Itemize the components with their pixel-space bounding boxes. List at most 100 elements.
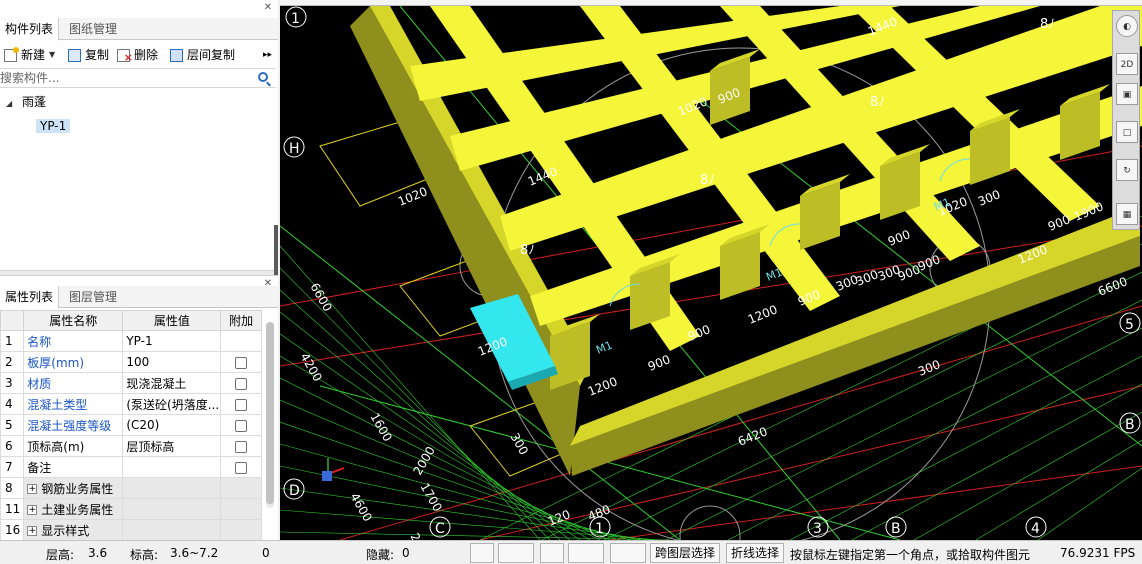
- elevation-value: 3.6~7.2: [170, 546, 219, 560]
- extra-cell: [220, 435, 262, 457]
- component-toolbar: 新建 ▼ 复制 删除 层间复制 ▸▸: [0, 44, 278, 67]
- row-number: 5: [0, 414, 25, 436]
- property-name: 名称: [23, 330, 124, 352]
- row-number: 2: [0, 351, 25, 373]
- table-row[interactable]: 7 备注: [0, 456, 262, 478]
- layout-grid-icon[interactable]: ▦: [1116, 203, 1138, 225]
- chevron-down-icon[interactable]: ▼: [49, 46, 55, 64]
- property-value[interactable]: [122, 498, 222, 520]
- rotate-icon[interactable]: ↻: [1116, 159, 1138, 181]
- tree-item-label: YP-1: [36, 119, 71, 133]
- cross-snap-icon[interactable]: [540, 543, 564, 563]
- search-icon[interactable]: [258, 72, 268, 82]
- checkbox[interactable]: [235, 461, 248, 474]
- axis-label: 4: [1031, 521, 1040, 537]
- table-row[interactable]: 3 材质 现浇混凝土: [0, 372, 262, 394]
- checkbox[interactable]: [235, 419, 248, 432]
- row-number: 1: [0, 330, 25, 352]
- fps-readout: 76.9231 FPS: [1060, 546, 1136, 560]
- table-row[interactable]: 2 板厚(mm) 100: [0, 351, 262, 373]
- expand-icon[interactable]: +: [27, 505, 38, 515]
- table-header-row: 属性名称 属性值 附加: [0, 310, 262, 331]
- model-canvas[interactable]: 1HDC 1 3 B 45B14401020 900102014401020900900 1…: [280, 6, 1142, 540]
- offset-toggle-icon[interactable]: [610, 543, 646, 563]
- search-input[interactable]: [0, 69, 250, 87]
- expand-icon[interactable]: +: [27, 526, 38, 536]
- tree-item-label: 雨蓬: [21, 95, 46, 109]
- gizmo-origin: [322, 471, 332, 481]
- tree-item-canopy[interactable]: ◢ 雨蓬: [6, 92, 46, 112]
- angle-toggle-icon[interactable]: [568, 543, 604, 563]
- ortho-toggle-icon[interactable]: [470, 543, 494, 563]
- checkbox[interactable]: [235, 398, 248, 411]
- view-box-icon[interactable]: □: [1116, 121, 1138, 143]
- property-value[interactable]: (C20): [122, 414, 222, 436]
- floor-height-value: 3.6: [88, 546, 108, 560]
- axis-label: 3: [813, 521, 822, 537]
- checkbox[interactable]: [235, 356, 248, 369]
- property-value[interactable]: [122, 456, 222, 478]
- scrollbar-thumb[interactable]: [266, 322, 274, 504]
- property-value[interactable]: YP-1: [122, 330, 222, 352]
- extra-cell: [220, 498, 262, 520]
- axis-label: 5: [1125, 317, 1134, 333]
- property-name: 备注: [23, 456, 124, 478]
- property-group-label: 显示样式: [41, 523, 90, 538]
- elevation-label: 标高:: [130, 548, 159, 562]
- tab-layer-management[interactable]: 图层管理: [64, 286, 122, 308]
- floor-copy-button[interactable]: 层间复制: [170, 46, 235, 64]
- copy-button[interactable]: 复制: [68, 46, 109, 64]
- tab-property-list[interactable]: 属性列表: [0, 286, 60, 309]
- row-number: 11: [0, 498, 25, 520]
- view-2d-button[interactable]: 2D: [1116, 53, 1138, 75]
- splitter-gripper[interactable]: [274, 225, 278, 275]
- toolbar-overflow-button[interactable]: ▸▸: [263, 46, 272, 64]
- table-row[interactable]: 16 + 显示样式: [0, 519, 262, 541]
- axis-label: D: [289, 483, 300, 499]
- property-name: 顶标高(m): [23, 435, 124, 457]
- extra-cell: [220, 414, 262, 436]
- property-scrollbar[interactable]: [266, 322, 274, 508]
- row-number: 16: [0, 519, 25, 541]
- table-row[interactable]: 11 + 土建业务属性: [0, 498, 262, 520]
- axis-label: B: [1125, 417, 1135, 433]
- property-value[interactable]: [122, 519, 222, 541]
- table-row[interactable]: 8 + 钢筋业务属性: [0, 477, 262, 499]
- property-name: + 显示样式: [23, 519, 124, 541]
- table-row[interactable]: 4 混凝土类型 (泵送砼(坍落度...: [0, 393, 262, 415]
- new-button[interactable]: 新建 ▼: [4, 46, 55, 64]
- orbit-icon[interactable]: ◐: [1116, 15, 1138, 37]
- property-value[interactable]: (泵送砼(坍落度...: [122, 393, 222, 415]
- extra-cell: [220, 477, 262, 499]
- property-value[interactable]: 100: [122, 351, 222, 373]
- hidden-value: 0: [402, 546, 410, 560]
- table-row[interactable]: 1 名称 YP-1: [0, 330, 262, 352]
- header-property-name: 属性名称: [23, 310, 124, 331]
- 3d-viewport[interactable]: 1 H D C 1 3 B 4 5 B 1440 1020 900 1020 1440 1020 900 900 1…: [280, 6, 1142, 540]
- property-tabs: 属性列表 图层管理: [0, 286, 278, 309]
- property-value[interactable]: [122, 477, 222, 499]
- delete-button[interactable]: 删除: [117, 46, 158, 67]
- collapse-triangle-icon[interactable]: ◢: [6, 94, 12, 114]
- tree-item-yp1[interactable]: YP-1: [36, 116, 71, 136]
- polyline-select-button[interactable]: 折线选择: [726, 543, 785, 563]
- header-extra: 附加: [220, 310, 262, 331]
- axis-label: H: [289, 141, 300, 157]
- cross-layer-select-button[interactable]: 跨图层选择: [650, 543, 721, 563]
- close-icon[interactable]: ✕: [264, 3, 272, 13]
- property-name: 混凝土强度等级: [23, 414, 124, 436]
- tab-drawing-management[interactable]: 图纸管理: [64, 18, 122, 40]
- table-row[interactable]: 5 混凝土强度等级 (C20): [0, 414, 262, 436]
- table-row[interactable]: 6 顶标高(m) 层顶标高: [0, 435, 262, 457]
- snap-toggle-icon[interactable]: [498, 543, 534, 563]
- view-3d-cube-icon[interactable]: ▣: [1116, 83, 1138, 105]
- component-list-panel: ✕ 构件列表 图纸管理 新建 ▼ 复制 删除: [0, 0, 278, 270]
- property-name: 材质: [23, 372, 124, 394]
- property-value[interactable]: 层顶标高: [122, 435, 222, 457]
- property-value[interactable]: 现浇混凝土: [122, 372, 222, 394]
- row-number: 4: [0, 393, 25, 415]
- tab-component-list[interactable]: 构件列表: [0, 18, 60, 41]
- checkbox[interactable]: [235, 440, 248, 453]
- checkbox[interactable]: [235, 377, 248, 390]
- expand-icon[interactable]: +: [27, 484, 38, 494]
